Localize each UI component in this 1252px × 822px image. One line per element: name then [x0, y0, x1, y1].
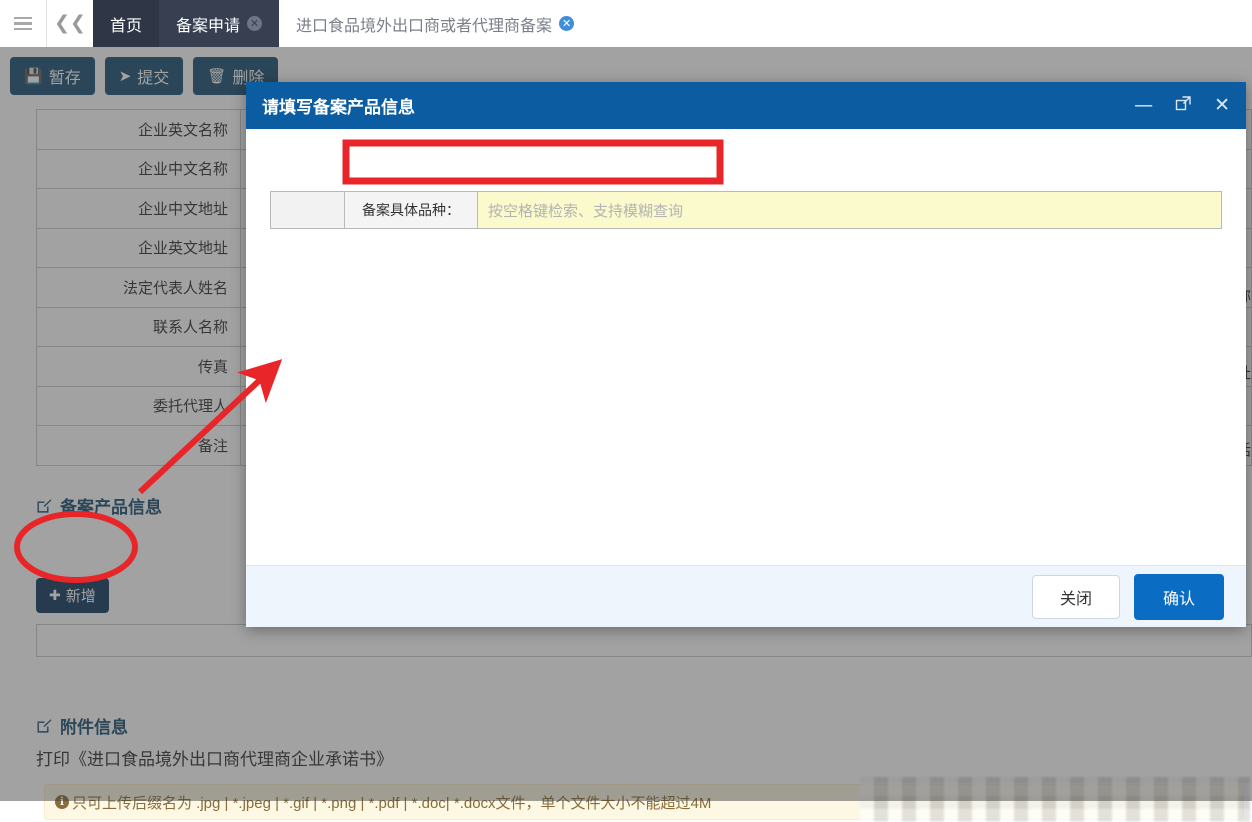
- product-info-modal: 请填写备案产品信息 — ✕ 备案具体品种： 按空格键检索、支持模糊查询 关闭 确…: [246, 82, 1246, 627]
- modal-product-field-row: 备案具体品种： 按空格键检索、支持模糊查询: [270, 191, 1222, 229]
- product-variety-label: 备案具体品种：: [345, 192, 478, 228]
- double-chevron-left-icon: ❮❮: [54, 12, 86, 34]
- modal-footer: 关闭 确认: [246, 565, 1246, 627]
- tab-label: 备案申请: [176, 17, 241, 35]
- modal-header: 请填写备案产品信息 — ✕: [246, 82, 1246, 129]
- tab-importer-filing[interactable]: 进口食品境外出口商或者代理商备案 ✕: [279, 0, 592, 47]
- modal-window-controls: — ✕: [1134, 95, 1230, 116]
- field-row-gutter: [271, 192, 345, 228]
- modal-title: 请填写备案产品信息: [262, 98, 415, 117]
- collapse-tabs-button[interactable]: ❮❮: [46, 0, 93, 47]
- tab-close-icon[interactable]: ✕: [247, 16, 263, 31]
- tab-filing-application[interactable]: 备案申请 ✕: [159, 0, 280, 47]
- close-icon[interactable]: ✕: [1214, 96, 1230, 115]
- modal-confirm-button[interactable]: 确认: [1133, 573, 1224, 620]
- tab-home[interactable]: 首页: [93, 0, 160, 47]
- modal-close-button[interactable]: 关闭: [1031, 574, 1120, 619]
- tab-close-icon[interactable]: ✕: [559, 16, 575, 31]
- tab-bar-filler: [591, 0, 1252, 47]
- tab-bar: ❮❮ 首页 备案申请 ✕ 进口食品境外出口商或者代理商备案 ✕: [0, 0, 1252, 47]
- tab-label: 首页: [110, 17, 143, 35]
- maximize-icon[interactable]: [1175, 95, 1192, 116]
- hamburger-icon: [14, 16, 32, 31]
- modal-body: 备案具体品种： 按空格键检索、支持模糊查询: [246, 129, 1246, 565]
- minimize-icon[interactable]: —: [1134, 96, 1153, 115]
- product-variety-input[interactable]: 按空格键检索、支持模糊查询: [478, 192, 1221, 228]
- menu-toggle-button[interactable]: [0, 0, 46, 47]
- tab-label: 进口食品境外出口商或者代理商备案: [296, 17, 553, 35]
